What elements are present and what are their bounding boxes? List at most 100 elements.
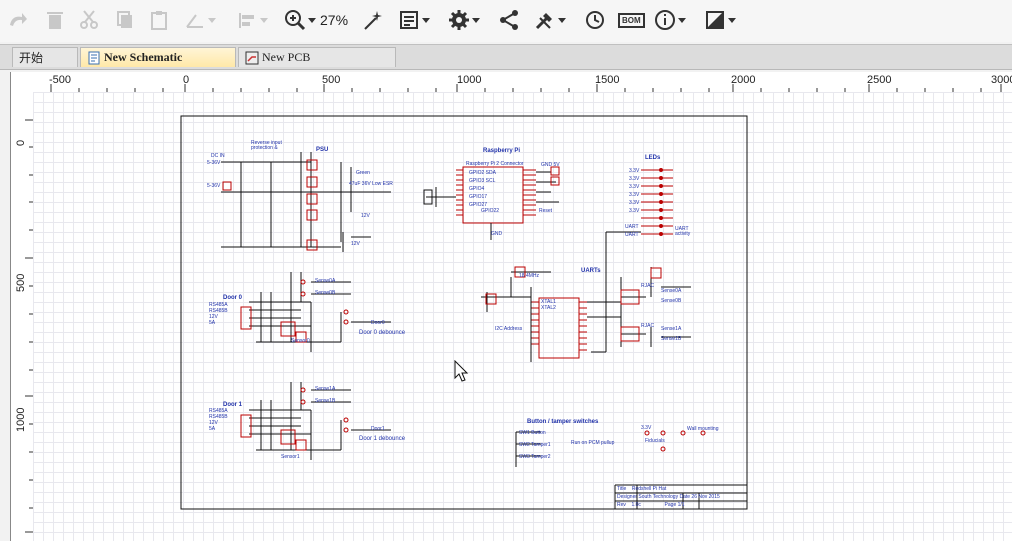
page-value: 1/1	[677, 502, 685, 508]
share-icon	[500, 10, 518, 30]
svg-text:12V: 12V	[361, 213, 371, 219]
title-label: Title	[617, 486, 627, 492]
delete-icon	[47, 12, 63, 29]
magic-button[interactable]	[362, 8, 384, 32]
svg-text:Sense1A: Sense1A	[315, 386, 336, 392]
cut-button[interactable]	[78, 8, 100, 32]
svg-text:Wall mounting: Wall mounting	[687, 426, 719, 432]
svg-text:Raspberry Pi: Raspberry Pi	[483, 148, 520, 154]
svg-text:GND 5V: GND 5V	[541, 162, 560, 168]
svg-text:SW2 Tamper1: SW2 Tamper1	[519, 442, 551, 448]
svg-text:GPIO4: GPIO4	[469, 186, 485, 192]
toolbar: 27% BOM	[0, 0, 1012, 42]
door-1-section: Door 1 RS485ARS485B12V5A Sense1ASense1B …	[209, 382, 406, 460]
svg-text:PSU: PSU	[316, 147, 328, 153]
redo-icon	[10, 13, 27, 26]
svg-text:UART: UART	[625, 224, 639, 230]
date-value: 26 Nov 2015	[691, 494, 720, 500]
schematic-canvas[interactable]: -500 0 500 1000 1500 2000 2500 3000 0 50…	[10, 72, 1012, 541]
tools-button[interactable]	[534, 8, 566, 32]
svg-text:Sense0A: Sense0A	[315, 278, 336, 284]
svg-text:Door 0 debounce: Door 0 debounce	[359, 330, 406, 336]
svg-text:3.3V: 3.3V	[629, 192, 640, 198]
theme-button[interactable]	[704, 8, 736, 32]
align-icon	[239, 13, 254, 28]
svg-text:Green: Green	[356, 170, 370, 176]
copy-icon	[117, 11, 132, 28]
schematic-drawing: PSU Reverse input protection & 5-36V 5-3…	[180, 115, 748, 510]
svg-text:Door1: Door1	[371, 426, 385, 432]
tab-new-pcb-label: New PCB	[262, 50, 311, 64]
buttons-section: Button / tamper switches SW1 Button SW2 …	[515, 419, 719, 467]
svg-text:Door 0: Door 0	[223, 295, 243, 301]
svg-text:3.3V: 3.3V	[629, 184, 640, 190]
tab-new-schematic[interactable]: New Schematic	[80, 47, 236, 67]
svg-text:Fiducials: Fiducials	[645, 438, 665, 444]
svg-text:GND: GND	[491, 231, 503, 237]
svg-text:RJAC: RJAC	[641, 283, 654, 289]
theme-icon	[706, 11, 724, 29]
tab-new-pcb[interactable]: New PCB	[238, 47, 396, 67]
date-label: Date	[679, 494, 691, 500]
svg-text:Button / tamper switches: Button / tamper switches	[527, 419, 599, 425]
svg-text:GPIO17: GPIO17	[469, 194, 487, 200]
chevron-down-icon	[472, 17, 480, 23]
library-button[interactable]	[398, 8, 430, 32]
svg-text:Sensor0: Sensor0	[291, 338, 310, 344]
bom-button[interactable]: BOM	[618, 8, 645, 32]
chevron-down-icon	[308, 17, 316, 23]
chevron-down-icon	[260, 17, 268, 23]
svg-text:Sense1A: Sense1A	[661, 326, 682, 332]
svg-text:XTAL2: XTAL2	[541, 305, 556, 311]
svg-text:Sense0B: Sense0B	[315, 290, 336, 296]
raspberry-pi-section: Raspberry Pi Raspberry Pi 2 Connector GP…	[423, 148, 560, 240]
svg-text:SW1 Button: SW1 Button	[519, 430, 546, 436]
zoom-button[interactable]: 27%	[284, 8, 348, 32]
chevron-down-icon	[208, 17, 216, 23]
rev-value: 1.0c	[631, 502, 641, 508]
svg-text:UARTs: UARTs	[581, 268, 601, 274]
history-button[interactable]	[584, 8, 606, 32]
svg-text:47uF 36V Low ESR: 47uF 36V Low ESR	[349, 181, 393, 187]
redo-button[interactable]	[6, 8, 28, 32]
tab-start-label: 开始	[19, 51, 44, 65]
align-button[interactable]	[236, 8, 268, 32]
settings-button[interactable]	[448, 8, 480, 32]
tab-start[interactable]: 开始	[12, 47, 78, 67]
chevron-down-icon	[422, 17, 430, 23]
delete-button[interactable]	[44, 8, 66, 32]
info-icon	[655, 10, 675, 30]
zoom-level: 27%	[320, 12, 349, 28]
library-icon	[400, 11, 418, 29]
uarts-section: UARTs XTAL1 XTAL2 I2C Address Sense0ASen…	[481, 266, 691, 362]
pcb-icon	[245, 51, 259, 64]
svg-text:3.3V: 3.3V	[629, 176, 640, 182]
svg-text:GPIO3 SCL: GPIO3 SCL	[469, 178, 496, 184]
rev-label: Rev	[617, 502, 626, 508]
svg-text:18.4MHz: 18.4MHz	[519, 273, 540, 279]
tools-icon	[535, 13, 552, 30]
mouse-cursor-icon	[454, 360, 469, 382]
svg-text:Sense0A: Sense0A	[661, 288, 682, 294]
svg-text:5A: 5A	[209, 320, 216, 326]
svg-text:12V: 12V	[351, 241, 361, 247]
paste-button[interactable]	[148, 8, 170, 32]
svg-text:5-36V: 5-36V	[207, 183, 221, 189]
history-icon	[586, 11, 604, 29]
psu-section	[221, 152, 391, 252]
svg-text:I2C Address: I2C Address	[495, 326, 523, 332]
svg-text:SW3 Tamper2: SW3 Tamper2	[519, 454, 551, 460]
svg-text:Door0: Door0	[371, 320, 385, 326]
info-button[interactable]	[654, 8, 686, 32]
svg-text:activity: activity	[675, 231, 691, 237]
copy-button[interactable]	[114, 8, 136, 32]
title-value: Redshell Pi Hat	[631, 486, 667, 492]
rotate-button[interactable]	[184, 8, 216, 32]
designer-value: South Technology	[638, 494, 679, 500]
svg-text:Run on PCM pullup: Run on PCM pullup	[571, 440, 615, 446]
svg-text:Reset: Reset	[539, 208, 553, 214]
svg-text:3.3V: 3.3V	[641, 425, 652, 431]
rotate-icon	[186, 14, 203, 28]
share-button[interactable]	[498, 8, 520, 32]
page-label: Page	[664, 502, 677, 508]
